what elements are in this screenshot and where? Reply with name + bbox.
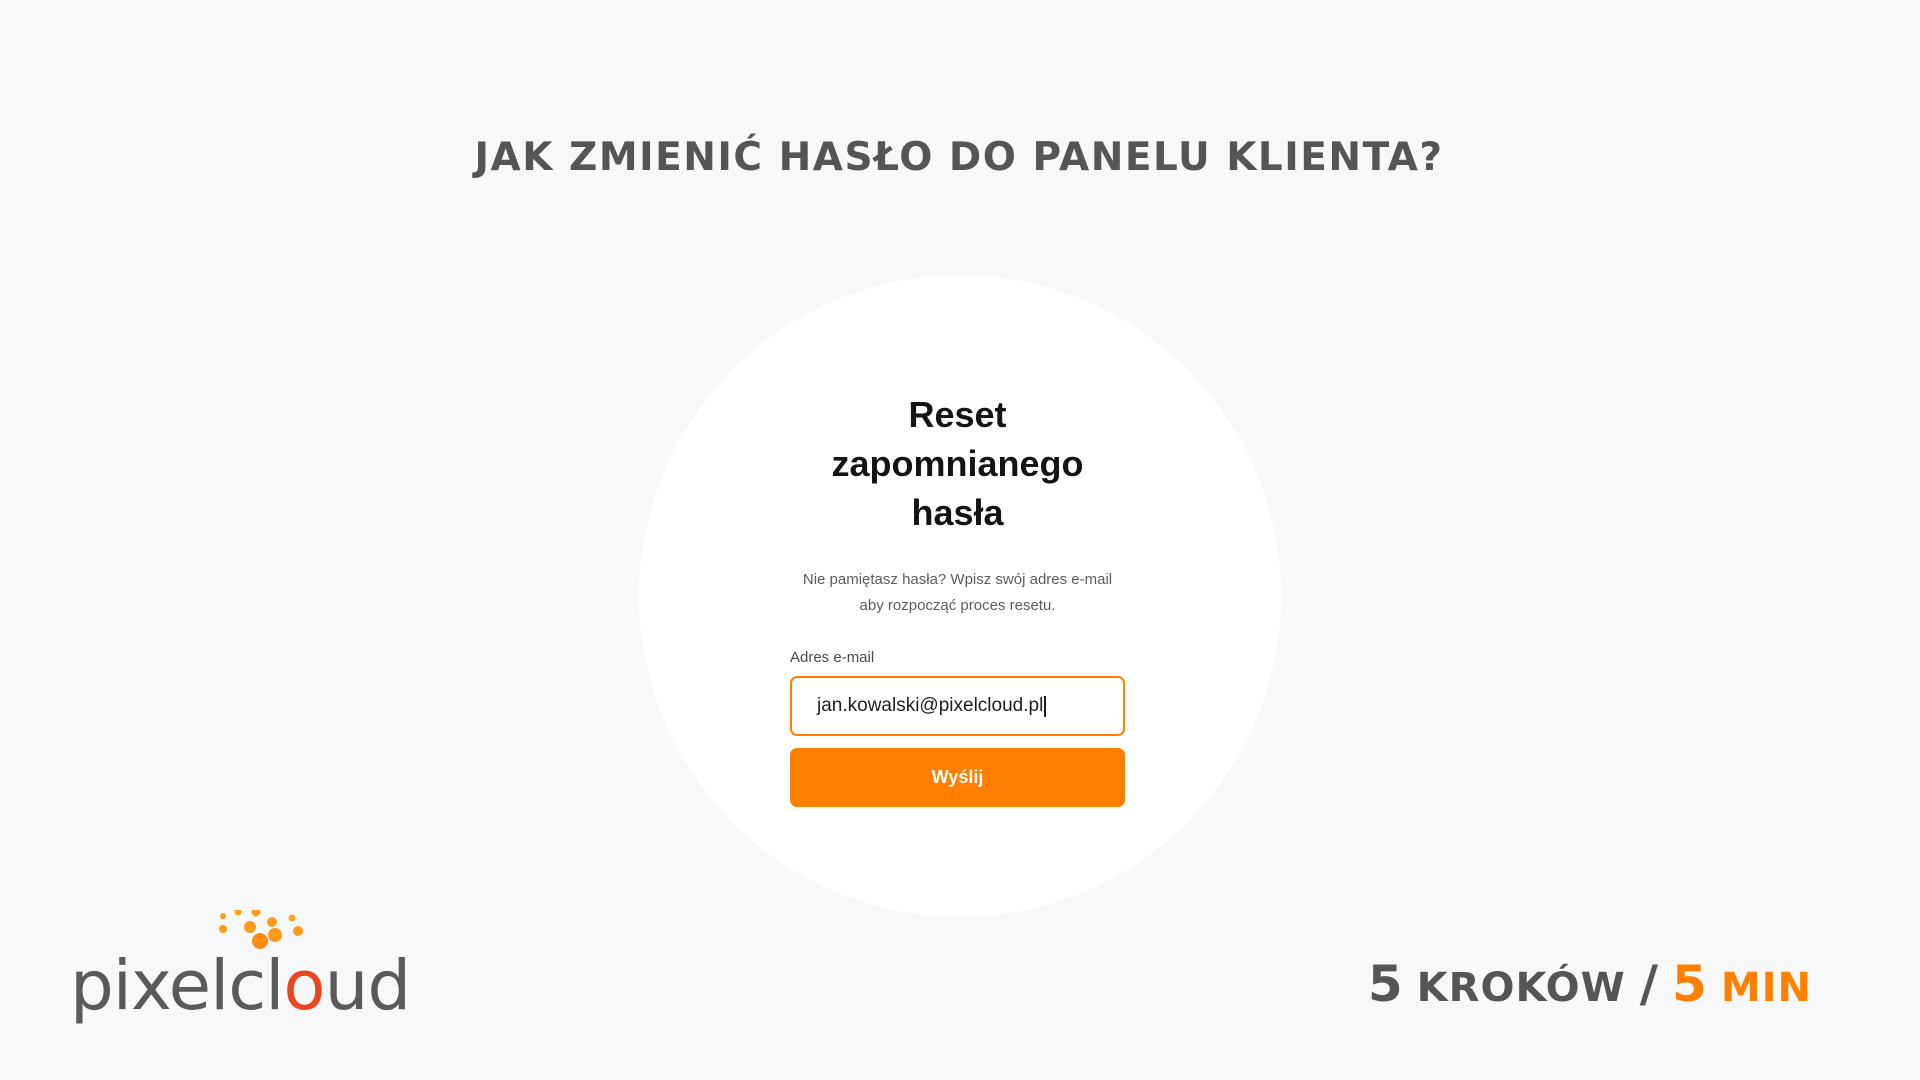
email-label: Adres e-mail (790, 649, 875, 666)
text-caret (1044, 695, 1046, 717)
logo-text-o: o (283, 946, 325, 1026)
minutes-number: 5 (1672, 955, 1707, 1013)
form-description: Nie pamiętasz hasła? Wpisz swój adres e-… (802, 571, 1113, 614)
email-field[interactable]: jan.kowalski@pixelcloud.pl (790, 676, 1125, 736)
form-title: Reset zapomnianego hasła (831, 394, 1084, 533)
email-value: jan.kowalski@pixelcloud.pl (817, 695, 1044, 716)
tagline-separator: / (1639, 955, 1659, 1013)
steps-word: KROKÓW (1416, 965, 1626, 1011)
steps-number: 5 (1367, 955, 1403, 1013)
logo-text-start: pixelcl (70, 946, 284, 1026)
page-heading: JAK ZMIENIĆ HASŁO DO PANELU KLIENTA? (474, 135, 1444, 180)
tagline: 5 KROKÓW / 5 MIN (1368, 955, 1812, 1013)
minutes-word: MIN (1720, 965, 1812, 1011)
logo-text-end: ud (324, 946, 412, 1026)
reset-password-form: Reset zapomnianego hasła Nie pamiętasz h… (790, 390, 1125, 807)
logo-wordmark: pixelcloud (70, 946, 412, 1026)
pixelcloud-logo: pixelcloud (70, 910, 412, 1030)
submit-button[interactable]: Wyślij (790, 748, 1125, 807)
